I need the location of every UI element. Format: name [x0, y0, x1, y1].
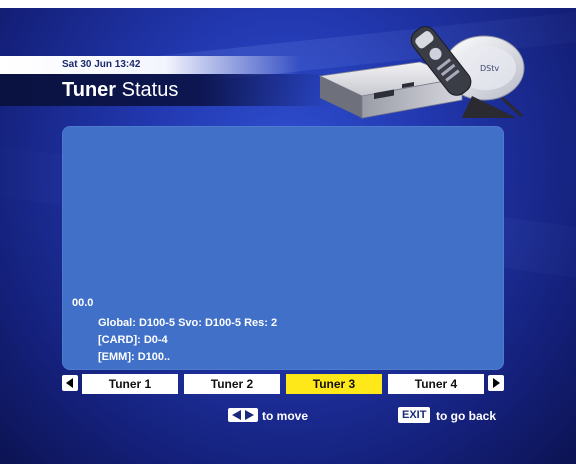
- datetime-bar: Sat 30 Jun 13:42: [0, 56, 300, 74]
- left-right-arrows-icon: [228, 408, 258, 422]
- triangle-right-icon: [493, 378, 500, 388]
- decoder-illustration: DStv: [318, 26, 525, 119]
- page-title: Tuner Status: [62, 78, 178, 102]
- tab-tuner-1[interactable]: Tuner 1: [82, 374, 178, 394]
- tab-next-button[interactable]: [488, 375, 504, 391]
- status-emm: [EMM]: D100..: [98, 351, 171, 363]
- tab-tuner-3[interactable]: Tuner 3: [286, 374, 382, 394]
- move-hint: to move: [262, 409, 309, 423]
- status-card: [CARD]: D0-4: [98, 334, 168, 346]
- tab-tuner-4[interactable]: Tuner 4: [388, 374, 484, 394]
- page-title-bold: Tuner: [62, 79, 117, 101]
- top-border: [0, 0, 576, 8]
- exit-key-badge: EXIT: [398, 407, 431, 423]
- exit-hint: to go back: [436, 409, 497, 423]
- triangle-left-icon: [66, 378, 73, 388]
- tv-screen: Sat 30 Jun 13:42 Tuner Status DStv 00.0 …: [0, 0, 576, 464]
- status-global: Global: D100-5 Svo: D100-5 Res: 2: [98, 317, 278, 329]
- page-title-rest: Status: [116, 79, 179, 101]
- tab-tuner-2[interactable]: Tuner 2: [184, 374, 280, 394]
- datetime-text: Sat 30 Jun 13:42: [62, 59, 141, 70]
- tuner-tabs: Tuner 1 Tuner 2 Tuner 3 Tuner 4: [62, 374, 504, 394]
- dish-brand-text: DStv: [480, 64, 499, 73]
- status-signal: 00.0: [72, 297, 94, 309]
- tab-prev-button[interactable]: [62, 375, 78, 391]
